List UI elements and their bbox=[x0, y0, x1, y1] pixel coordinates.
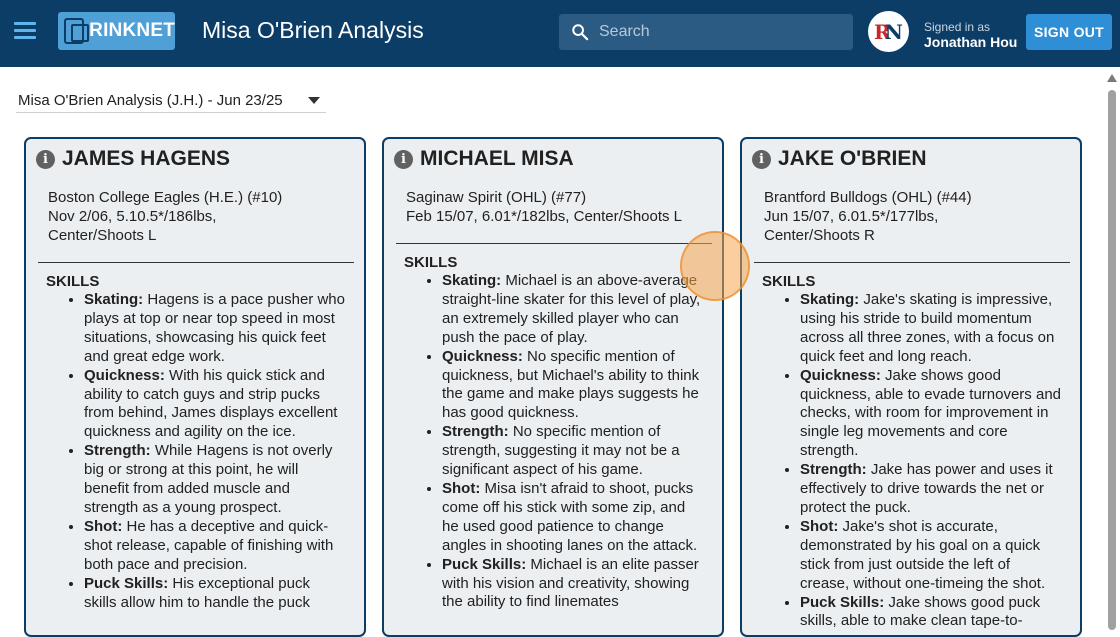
skill-label: Shot: bbox=[800, 517, 839, 535]
bio-line: Brantford Bulldogs (OHL) (#44) bbox=[764, 189, 972, 206]
scroll-thumb[interactable] bbox=[1108, 90, 1116, 630]
player-bio: Brantford Bulldogs (OHL) (#44) Jun 15/07… bbox=[764, 188, 1064, 245]
skill-item: Quickness: No specific mention of quickn… bbox=[442, 348, 704, 424]
skill-item: Shot: Misa isn't afraid to shoot, pucks … bbox=[442, 480, 704, 556]
page-title: Misa O'Brien Analysis bbox=[202, 17, 424, 43]
bio-line: Feb 15/07, 6.01*/182lbs, Center/Shoots L bbox=[406, 208, 683, 225]
info-icon[interactable]: i bbox=[752, 149, 771, 169]
skill-item: Puck Skills: Michael is an elite passer … bbox=[442, 556, 704, 613]
skill-item: Puck Skills: His exceptional puck skills… bbox=[84, 575, 346, 613]
skill-item: Quickness: Jake shows good quickness, ab… bbox=[800, 367, 1062, 462]
logo-text: RINKNET bbox=[89, 20, 175, 41]
search-input[interactable] bbox=[599, 14, 849, 50]
skill-text: He has a deceptive and quick-shot releas… bbox=[84, 517, 334, 573]
player-name: JAMES HAGENS bbox=[62, 147, 231, 170]
skills-list: Skating: Jake's skating is impressive, u… bbox=[762, 291, 1062, 631]
card-header: i JAKE O'BRIEN bbox=[752, 147, 927, 171]
skill-label: Shot: bbox=[442, 479, 481, 497]
dropdown-arrow-icon bbox=[308, 97, 320, 104]
player-bio: Boston College Eagles (H.E.) (#10) Nov 2… bbox=[48, 188, 348, 245]
divider bbox=[396, 243, 712, 244]
player-name: MICHAEL MISA bbox=[420, 147, 574, 170]
rinknet-logo[interactable]: RINKNET bbox=[58, 12, 175, 50]
skills-heading: SKILLS bbox=[762, 273, 816, 290]
click-indicator bbox=[680, 231, 750, 301]
skill-label: Skating: bbox=[800, 291, 860, 308]
skill-item: Skating: Michael is an above-average str… bbox=[442, 272, 704, 348]
player-name: JAKE O'BRIEN bbox=[778, 147, 927, 170]
skills-list: Skating: Michael is an above-average str… bbox=[404, 272, 704, 612]
skill-item: Skating: Jake's skating is impressive, u… bbox=[800, 291, 1062, 367]
search-box[interactable] bbox=[559, 14, 853, 50]
logo-mark-icon bbox=[64, 18, 90, 44]
info-icon[interactable]: i bbox=[36, 149, 55, 169]
player-card-hagens: i JAMES HAGENS Boston College Eagles (H.… bbox=[24, 137, 366, 637]
skill-item: Shot: He has a deceptive and quick-shot … bbox=[84, 518, 346, 575]
report-select[interactable]: Misa O'Brien Analysis (J.H.) - Jun 23/25 bbox=[16, 88, 326, 113]
skill-item: Strength: Jake has power and uses it eff… bbox=[800, 461, 1062, 518]
skill-label: Strength: bbox=[442, 423, 509, 441]
card-header: i JAMES HAGENS bbox=[36, 147, 230, 171]
player-card-obrien: i JAKE O'BRIEN Brantford Bulldogs (OHL) … bbox=[740, 137, 1082, 637]
search-icon bbox=[572, 24, 589, 41]
skill-label: Skating: bbox=[84, 291, 144, 308]
skill-item: Puck Skills: Jake shows good puck skills… bbox=[800, 594, 1062, 632]
card-header: i MICHAEL MISA bbox=[394, 147, 574, 171]
skill-label: Shot: bbox=[84, 517, 123, 535]
app-bar: RINKNET Misa O'Brien Analysis RN Signed … bbox=[0, 0, 1120, 67]
skill-label: Quickness: bbox=[800, 366, 881, 384]
skill-text: Misa isn't afraid to shoot, pucks come o… bbox=[442, 479, 698, 554]
bio-line: Saginaw Spirit (OHL) (#77) bbox=[406, 189, 587, 206]
avatar[interactable]: RN bbox=[868, 11, 909, 52]
bio-line: Nov 2/06, 5.10.5*/186lbs, bbox=[48, 208, 217, 225]
page-scrollbar[interactable] bbox=[1104, 70, 1120, 630]
report-select-value: Misa O'Brien Analysis (J.H.) - Jun 23/25 bbox=[18, 92, 283, 109]
scroll-up-arrow-icon[interactable] bbox=[1107, 74, 1117, 82]
skill-label: Quickness: bbox=[442, 347, 523, 365]
avatar-letter-n: N bbox=[884, 19, 903, 44]
divider bbox=[38, 262, 354, 263]
signed-in-user: Jonathan Hou bbox=[924, 34, 1018, 50]
skill-label: Strength: bbox=[84, 442, 151, 460]
skill-item: Quickness: With his quick stick and abil… bbox=[84, 367, 346, 443]
player-card-misa: i MICHAEL MISA Saginaw Spirit (OHL) (#77… bbox=[382, 137, 724, 637]
skill-label: Skating: bbox=[442, 272, 502, 289]
sign-out-button[interactable]: SIGN OUT bbox=[1026, 14, 1112, 50]
skill-item: Skating: Hagens is a pace pusher who pla… bbox=[84, 291, 346, 367]
signed-in-label: Signed in as bbox=[924, 20, 991, 34]
bio-line: Center/Shoots R bbox=[764, 227, 875, 244]
skill-label: Strength: bbox=[800, 461, 867, 479]
skill-item: Strength: While Hagens is not overly big… bbox=[84, 442, 346, 518]
skill-item: Strength: No specific mention of strengt… bbox=[442, 423, 704, 480]
skill-label: Puck Skills: bbox=[800, 593, 885, 611]
skill-label: Puck Skills: bbox=[442, 555, 527, 573]
skills-heading: SKILLS bbox=[46, 273, 100, 290]
skills-list: Skating: Hagens is a pace pusher who pla… bbox=[46, 291, 346, 612]
menu-icon[interactable] bbox=[14, 22, 36, 42]
bio-line: Jun 15/07, 6.01.5*/177lbs, bbox=[764, 208, 939, 225]
skill-label: Quickness: bbox=[84, 366, 165, 384]
info-icon[interactable]: i bbox=[394, 149, 413, 169]
skills-heading: SKILLS bbox=[404, 254, 458, 271]
skill-item: Shot: Jake's shot is accurate, demonstra… bbox=[800, 518, 1062, 594]
divider bbox=[754, 262, 1070, 263]
bio-line: Boston College Eagles (H.E.) (#10) bbox=[48, 189, 283, 206]
player-bio: Saginaw Spirit (OHL) (#77) Feb 15/07, 6.… bbox=[406, 188, 716, 226]
bio-line: Center/Shoots L bbox=[48, 227, 157, 244]
skill-label: Puck Skills: bbox=[84, 574, 169, 592]
